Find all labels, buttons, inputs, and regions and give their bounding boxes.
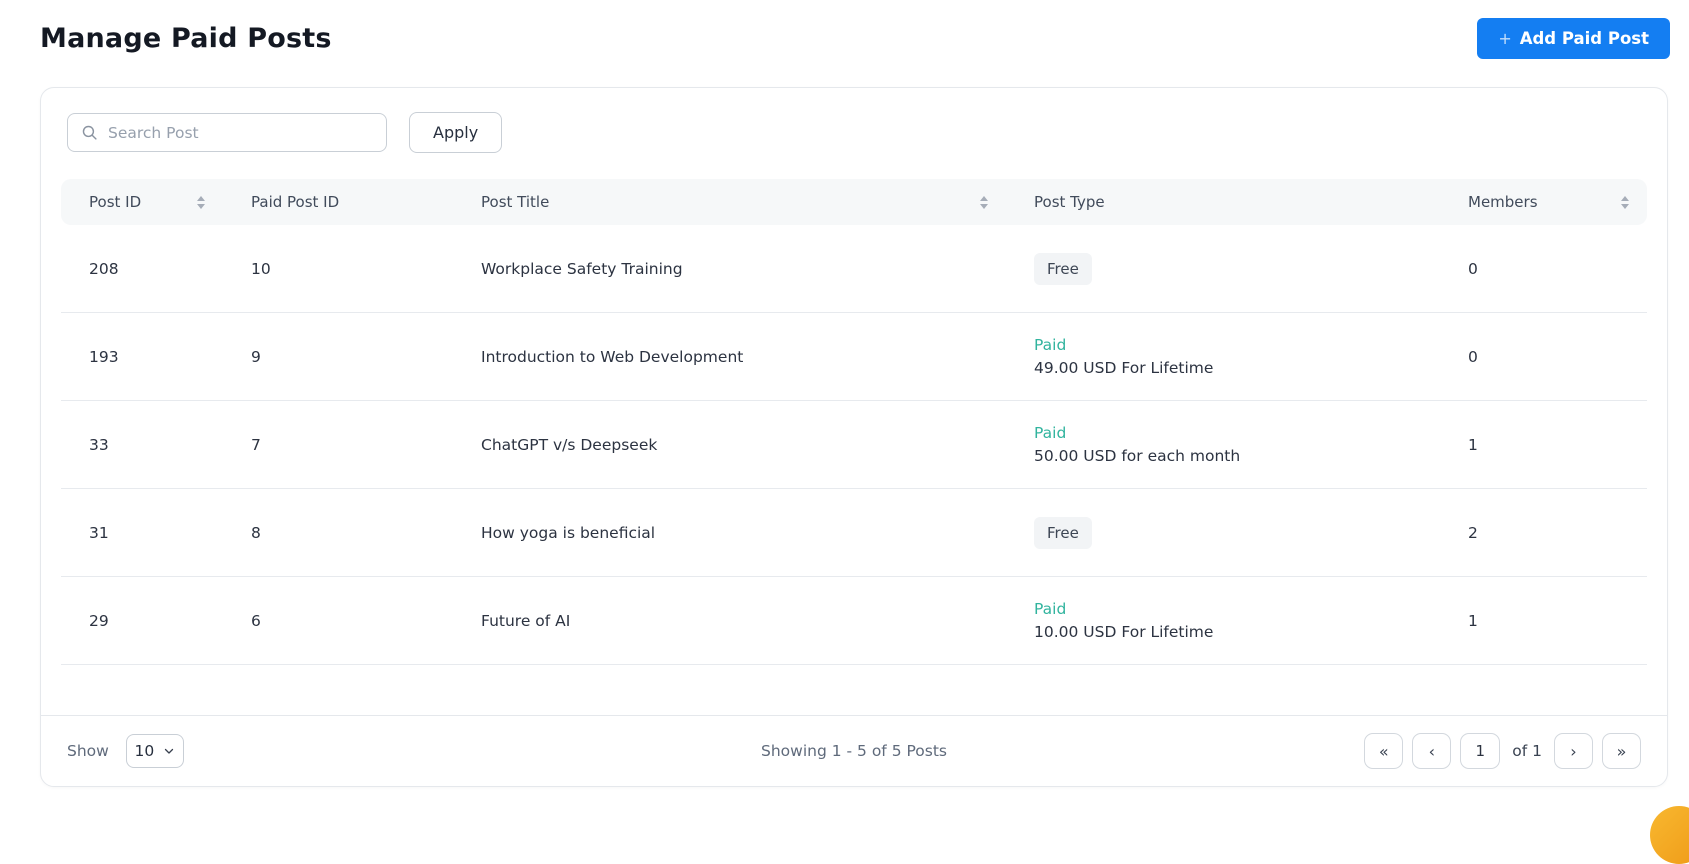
- column-header-label: Members: [1468, 193, 1538, 211]
- cell-post-type: Paid 50.00 USD for each month: [1006, 424, 1440, 465]
- cell-paid-post-id: 6: [251, 611, 261, 630]
- cell-post-id: 33: [89, 435, 109, 454]
- search-icon: [82, 125, 97, 140]
- cell-members: 1: [1468, 611, 1478, 630]
- cell-paid-post-id: 8: [251, 523, 261, 542]
- paid-label: Paid: [1034, 424, 1067, 442]
- plus-icon: +: [1498, 29, 1512, 48]
- sort-icon: [197, 195, 205, 209]
- topbar: Manage Paid Posts + Add Paid Post: [0, 0, 1689, 59]
- cell-post-title: Workplace Safety Training: [481, 259, 683, 278]
- page-title: Manage Paid Posts: [40, 23, 332, 54]
- show-label: Show: [67, 742, 109, 760]
- page-size-group: Show 10: [67, 734, 184, 768]
- column-header-label: Post ID: [89, 193, 142, 211]
- table-row: 33 7 ChatGPT v/s Deepseek Paid 50.00 USD for…: [61, 401, 1647, 489]
- table-body: 208 10 Workplace Safety Training Free 0 193 9 I…: [61, 225, 1647, 665]
- cell-paid-post-id: 10: [251, 259, 271, 278]
- cell-post-type: Free: [1006, 516, 1440, 549]
- table-row: 193 9 Introduction to Web Development Paid 4…: [61, 313, 1647, 401]
- cell-post-type: Paid 10.00 USD For Lifetime: [1006, 600, 1440, 641]
- sort-icon: [1621, 195, 1629, 209]
- first-page-button[interactable]: «: [1364, 733, 1404, 769]
- chat-widget-button[interactable]: [1650, 806, 1689, 864]
- post-type-paid: Paid 10.00 USD For Lifetime: [1034, 600, 1422, 641]
- cell-post-title: How yoga is beneficial: [481, 523, 656, 542]
- paid-label: Paid: [1034, 600, 1067, 618]
- column-header-post-id[interactable]: Post ID: [61, 193, 223, 211]
- post-type-paid: Paid 50.00 USD for each month: [1034, 424, 1422, 465]
- post-type-paid: Paid 49.00 USD For Lifetime: [1034, 336, 1422, 377]
- table-footer: Show 10 Showing 1 - 5 of 5 Posts « ‹ of …: [41, 715, 1667, 786]
- last-page-button[interactable]: »: [1602, 733, 1641, 769]
- cell-members: 1: [1468, 435, 1478, 454]
- cell-paid-post-id: 9: [251, 347, 261, 366]
- add-paid-post-button[interactable]: + Add Paid Post: [1477, 18, 1670, 59]
- table-row: 31 8 How yoga is beneficial Free 2: [61, 489, 1647, 577]
- cell-post-type: Paid 49.00 USD For Lifetime: [1006, 336, 1440, 377]
- cell-paid-post-id: 7: [251, 435, 261, 454]
- results-summary: Showing 1 - 5 of 5 Posts: [761, 742, 947, 760]
- cell-post-id: 31: [89, 523, 109, 542]
- column-header-label: Post Title: [481, 193, 550, 211]
- cell-post-id: 193: [89, 347, 119, 366]
- column-header-label: Paid Post ID: [251, 193, 340, 211]
- price-label: 10.00 USD For Lifetime: [1034, 623, 1214, 641]
- column-header-post-title[interactable]: Post Title: [453, 193, 1006, 211]
- search-box: [67, 113, 387, 152]
- paid-label: Paid: [1034, 336, 1067, 354]
- cell-members: 2: [1468, 523, 1478, 542]
- cell-post-type: Free: [1006, 252, 1440, 285]
- cell-post-title: ChatGPT v/s Deepseek: [481, 435, 658, 454]
- paid-posts-card: Apply Post IDPaid Post IDPost TitlePost …: [40, 87, 1668, 787]
- posts-table: Post ID Paid Post ID Post Title Post Type Me…: [61, 179, 1647, 715]
- add-paid-post-label: Add Paid Post: [1519, 29, 1649, 48]
- sort-icon: [980, 195, 988, 209]
- page-size-value: 10: [134, 742, 155, 760]
- cell-post-title: Introduction to Web Development: [481, 347, 744, 366]
- next-page-button[interactable]: ›: [1554, 733, 1593, 769]
- cell-members: 0: [1468, 347, 1478, 366]
- price-label: 50.00 USD for each month: [1034, 447, 1241, 465]
- price-label: 49.00 USD For Lifetime: [1034, 359, 1214, 377]
- cell-members: 0: [1468, 259, 1478, 278]
- chevron-down-icon: [165, 748, 174, 754]
- search-input[interactable]: [67, 113, 387, 152]
- column-header-paid-post-id: Paid Post ID: [223, 193, 453, 211]
- table-row: 29 6 Future of AI Paid 10.00 USD For Lifetim…: [61, 577, 1647, 665]
- prev-page-button[interactable]: ‹: [1412, 733, 1452, 769]
- column-header-members[interactable]: Members: [1440, 193, 1647, 211]
- current-page-input[interactable]: [1460, 733, 1501, 769]
- filter-bar: Apply: [41, 88, 1667, 153]
- table-row: 208 10 Workplace Safety Training Free 0: [61, 225, 1647, 313]
- post-type-free-badge: Free: [1034, 516, 1092, 549]
- apply-button[interactable]: Apply: [409, 112, 503, 153]
- page-count-label: of 1: [1512, 742, 1542, 760]
- cell-post-title: Future of AI: [481, 611, 571, 630]
- column-header-post-type: Post Type: [1006, 193, 1440, 211]
- cell-post-id: 29: [89, 611, 109, 630]
- cell-post-id: 208: [89, 259, 119, 278]
- page-size-select[interactable]: 10: [125, 734, 184, 768]
- post-type-free-badge: Free: [1034, 252, 1092, 285]
- column-header-label: Post Type: [1034, 193, 1105, 211]
- pagination: « ‹ of 1 › »: [1364, 733, 1641, 769]
- table-header-row: Post ID Paid Post ID Post Title Post Type Me…: [61, 179, 1647, 225]
